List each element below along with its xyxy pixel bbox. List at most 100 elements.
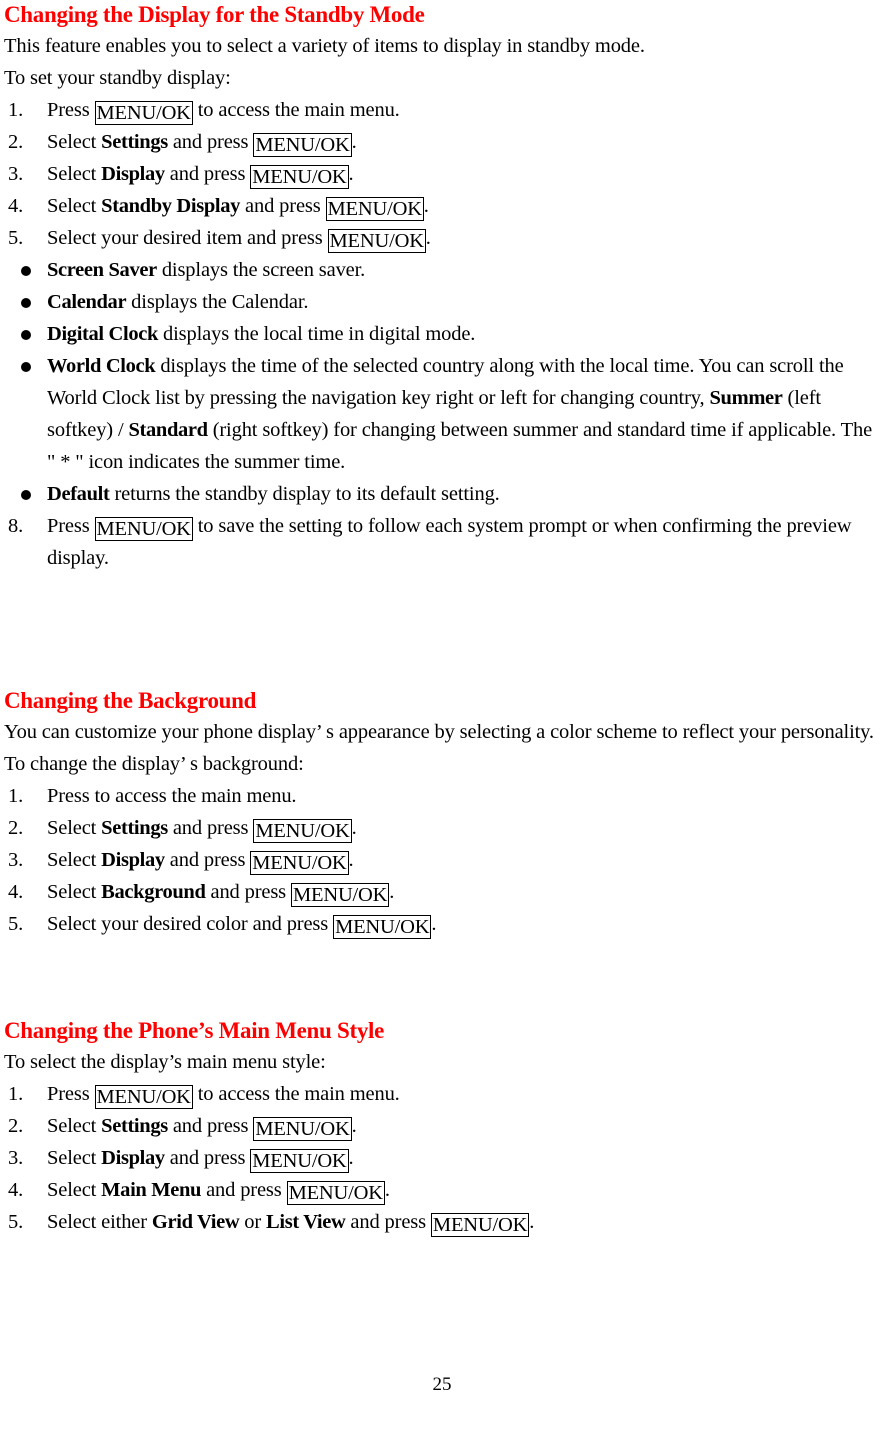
step-text-post: . bbox=[423, 195, 429, 217]
step-number: 3. bbox=[8, 1147, 24, 1169]
step-number: 5. bbox=[8, 1211, 24, 1233]
step-text-post: . bbox=[351, 1115, 357, 1137]
step-text-post: . bbox=[389, 881, 395, 903]
step-menu-name: Display bbox=[101, 163, 165, 185]
step-text-post: . bbox=[384, 1179, 390, 1201]
step-menu-name: Display bbox=[101, 849, 165, 871]
bullet-icon bbox=[21, 330, 31, 340]
step-text-mid: and press bbox=[201, 1179, 287, 1201]
step-text-pre: Select bbox=[47, 881, 102, 903]
step-text-post: . bbox=[529, 1211, 535, 1233]
step-text-mid: and press bbox=[164, 849, 251, 871]
step-text-pre: Press to access the main menu. bbox=[47, 785, 297, 807]
list-item: 4. Select Main Menu and press MENU/OK. bbox=[4, 1174, 876, 1206]
step-text-pre: Press bbox=[47, 515, 95, 537]
list-item: 2. Select Settings and press MENU/OK. bbox=[4, 812, 876, 844]
view-option-grid: Grid View bbox=[151, 1211, 240, 1233]
step-number: 2. bbox=[8, 131, 24, 153]
step-text-pre: Select bbox=[47, 817, 102, 839]
list-item: 2. Select Settings and press MENU/OK. bbox=[4, 126, 876, 158]
step-menu-name: Background bbox=[101, 881, 206, 903]
list-item: World Clock displays the time of the sel… bbox=[4, 350, 876, 478]
menu-ok-key[interactable]: MENU/OK bbox=[94, 517, 193, 541]
step-text-mid-2: and press bbox=[345, 1211, 431, 1233]
option-name: Digital Clock bbox=[47, 323, 159, 345]
step-text-mid: and press bbox=[167, 131, 254, 153]
menu-ok-key[interactable]: MENU/OK bbox=[250, 1149, 349, 1173]
menu-ok-key[interactable]: MENU/OK bbox=[291, 883, 390, 907]
step-menu-name: Display bbox=[101, 1147, 165, 1169]
option-name: Default bbox=[47, 483, 110, 505]
step-menu-name: Main Menu bbox=[101, 1179, 202, 1201]
step-number: 4. bbox=[8, 1179, 24, 1201]
intro-text-background-1: You can customize your phone display’ s … bbox=[4, 721, 874, 743]
step-text-mid: and press bbox=[167, 817, 254, 839]
step-text-pre: Select bbox=[47, 195, 102, 217]
bullet-list-standby-options: Screen Saver displays the screen saver. … bbox=[4, 254, 876, 510]
step-number: 3. bbox=[8, 163, 24, 185]
section-heading-background: Changing the Background bbox=[4, 688, 257, 713]
option-name: Calendar bbox=[47, 291, 127, 313]
step-menu-name: Settings bbox=[101, 1115, 168, 1137]
option-description: displays the screen saver. bbox=[156, 259, 366, 281]
step-number: 1. bbox=[8, 1083, 24, 1105]
menu-ok-key[interactable]: MENU/OK bbox=[325, 197, 424, 221]
menu-ok-key[interactable]: MENU/OK bbox=[286, 1181, 385, 1205]
step-text-pre: Press bbox=[47, 99, 95, 121]
list-item: 1. Press MENU/OK to access the main menu. bbox=[4, 1078, 876, 1110]
list-item: 1. Press MENU/OK to access the main menu. bbox=[4, 94, 876, 126]
menu-ok-key[interactable]: MENU/OK bbox=[250, 165, 349, 189]
list-item: 5. Select either Grid View or List View a… bbox=[4, 1206, 876, 1238]
list-item: 5. Select your desired color and press ME… bbox=[4, 908, 876, 940]
list-item: 3. Select Display and press MENU/OK. bbox=[4, 844, 876, 876]
step-menu-name: Standby Display bbox=[101, 195, 241, 217]
step-text-mid: and press bbox=[240, 195, 326, 217]
step-text-mid: and press bbox=[205, 881, 291, 903]
list-item: 2. Select Settings and press MENU/OK. bbox=[4, 1110, 876, 1142]
menu-ok-key[interactable]: MENU/OK bbox=[253, 133, 352, 157]
step-text-pre: Select either bbox=[47, 1211, 152, 1233]
step-text-pre: Select bbox=[47, 163, 102, 185]
menu-ok-key[interactable]: MENU/OK bbox=[94, 101, 193, 125]
menu-ok-key[interactable]: MENU/OK bbox=[250, 851, 349, 875]
menu-ok-key[interactable]: MENU/OK bbox=[253, 1117, 352, 1141]
list-item: Default returns the standby display to i… bbox=[4, 478, 876, 510]
step-text-post: . bbox=[351, 131, 357, 153]
list-item: 5. Select your desired item and press MEN… bbox=[4, 222, 876, 254]
menu-ok-key[interactable]: MENU/OK bbox=[253, 819, 352, 843]
page-number: 25 bbox=[432, 1374, 452, 1395]
option-name: Screen Saver bbox=[47, 259, 157, 281]
menu-ok-key[interactable]: MENU/OK bbox=[327, 229, 426, 253]
step-text-post: to access the main menu. bbox=[192, 99, 400, 121]
menu-ok-key[interactable]: MENU/OK bbox=[333, 915, 432, 939]
menu-ok-key[interactable]: MENU/OK bbox=[430, 1213, 530, 1237]
option-description: displays the Calendar. bbox=[126, 291, 309, 313]
step-text-post: . bbox=[431, 913, 437, 935]
list-item: Screen Saver displays the screen saver. bbox=[4, 254, 876, 286]
step-number: 5. bbox=[8, 227, 24, 249]
step-number: 8. bbox=[8, 515, 24, 537]
step-text-post: . bbox=[425, 227, 431, 249]
list-item: 4. Select Standby Display and press MENU/… bbox=[4, 190, 876, 222]
step-number: 3. bbox=[8, 849, 24, 871]
step-text-post: . bbox=[348, 849, 354, 871]
step-text-pre: Select bbox=[47, 849, 102, 871]
softkey-summer: Summer bbox=[709, 387, 783, 409]
section-heading-standby-mode: Changing the Display for the Standby Mod… bbox=[4, 2, 425, 27]
list-item: 8. Press MENU/OK to save the setting to f… bbox=[4, 510, 876, 574]
intro-text-standby-2: To set your standby display: bbox=[4, 67, 231, 89]
view-option-list: List View bbox=[266, 1211, 346, 1233]
step-number: 4. bbox=[8, 195, 24, 217]
steps-list-background: 1. Press to access the main menu. 2. Selec… bbox=[4, 780, 876, 940]
step-text-pre: Select bbox=[47, 1115, 102, 1137]
menu-ok-key[interactable]: MENU/OK bbox=[94, 1085, 193, 1109]
step-text-post: . bbox=[348, 163, 354, 185]
list-item: 3. Select Display and press MENU/OK. bbox=[4, 1142, 876, 1174]
softkey-standard: Standard bbox=[128, 419, 208, 441]
step-number: 5. bbox=[8, 913, 24, 935]
list-item: Calendar displays the Calendar. bbox=[4, 286, 876, 318]
step-text-mid: and press bbox=[164, 1147, 251, 1169]
step-text-mid: and press bbox=[167, 1115, 254, 1137]
